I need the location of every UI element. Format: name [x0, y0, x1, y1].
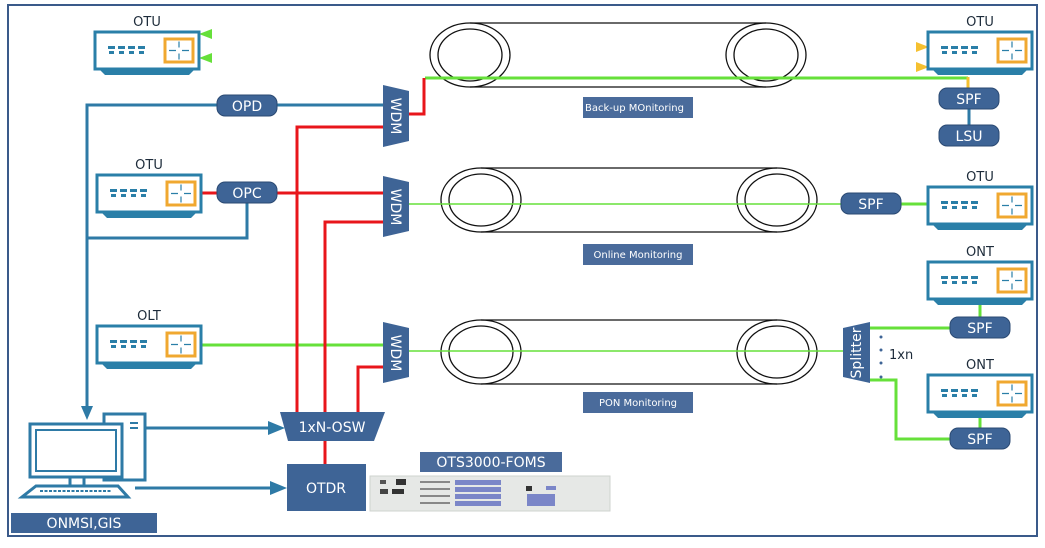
svg-text:Back-up MOnitoring: Back-up MOnitoring — [585, 103, 684, 114]
device-otu-mid-right[interactable]: OTU — [926, 170, 1034, 230]
pon-cable — [440, 319, 818, 385]
svg-text:ONMSI,GIS: ONMSI,GIS — [47, 516, 122, 532]
fiber-monitoring-diagram: OTU OTU OTU OTU OLT ONT ONT OPD OPC SPF LSU SP… — [7, 4, 1038, 537]
backup-monitoring-label: Back-up MOnitoring — [583, 97, 693, 118]
splitter-ratio: 1xn — [889, 348, 913, 363]
splitter-label: Splitter — [849, 327, 865, 378]
osw-label: 1xN-OSW — [299, 420, 366, 436]
opd-module[interactable]: OPD — [216, 94, 278, 117]
device-ont-lower[interactable]: ONT — [926, 358, 1034, 418]
osw-switch[interactable]: 1xN-OSW — [280, 412, 385, 441]
network-switch-icon — [93, 30, 201, 75]
device-label: ONT — [966, 245, 994, 260]
splitter-dots — [879, 335, 883, 379]
network-switch-icon — [926, 373, 1034, 418]
opc-label: OPC — [232, 186, 261, 202]
device-label: OTU — [966, 170, 994, 185]
desktop-computer-icon[interactable] — [17, 412, 147, 499]
splitter[interactable]: Splitter — [843, 322, 870, 383]
wdm-label: WDM — [387, 98, 403, 135]
nms-label: ONMSI,GIS — [11, 513, 157, 533]
device-label: OTU — [133, 15, 161, 30]
otdr-label: OTDR — [306, 481, 346, 497]
network-switch-icon — [95, 324, 203, 369]
rack-equipment-icon — [369, 475, 611, 512]
opc-module[interactable]: OPC — [216, 181, 278, 204]
wdm-top[interactable]: WDM — [383, 85, 409, 147]
device-otu-top-right[interactable]: OTU — [926, 15, 1034, 75]
network-switch-icon — [926, 260, 1034, 305]
lsu-label: LSU — [956, 129, 983, 145]
spf-top-module[interactable]: SPF — [938, 87, 1000, 110]
device-olt[interactable]: OLT — [95, 309, 203, 369]
pon-monitoring-label: PON Monitoring — [583, 392, 693, 413]
online-cable — [440, 167, 818, 233]
spf-ont-lower-module[interactable]: SPF — [949, 427, 1011, 450]
device-otu-top-left[interactable]: OTU — [93, 15, 201, 75]
arrow-left-icon — [199, 53, 212, 63]
lsu-module[interactable]: LSU — [938, 124, 1000, 147]
device-ont-upper[interactable]: ONT — [926, 245, 1034, 305]
wdm-bottom[interactable]: WDM — [383, 322, 409, 383]
arrow-left-icon — [199, 29, 212, 39]
arrow-right-icon — [270, 481, 287, 495]
control-lines — [85, 103, 971, 490]
spf-label: SPF — [858, 197, 883, 213]
spf-mid-module[interactable]: SPF — [840, 192, 902, 215]
arrow-right-icon — [268, 421, 285, 435]
opd-label: OPD — [232, 99, 262, 115]
wdm-label: WDM — [387, 189, 403, 226]
svg-text:OTS3000-FOMS: OTS3000-FOMS — [436, 455, 545, 471]
svg-text:PON Monitoring: PON Monitoring — [599, 398, 677, 409]
device-label: OTU — [966, 15, 994, 30]
arrow-down-icon — [81, 406, 93, 420]
spf-ont-upper-module[interactable]: SPF — [949, 316, 1011, 339]
device-label: ONT — [966, 358, 994, 373]
online-monitoring-label: Online Monitoring — [583, 244, 693, 265]
otdr-module[interactable]: OTDR — [287, 464, 366, 511]
network-switch-icon — [926, 30, 1034, 75]
wdm-label: WDM — [387, 335, 403, 372]
device-label: OTU — [135, 158, 163, 173]
device-otu-mid-left[interactable]: OTU — [95, 158, 203, 218]
spf-label: SPF — [967, 432, 992, 448]
product-label: OTS3000-FOMS — [420, 452, 562, 472]
spf-label: SPF — [967, 321, 992, 337]
network-switch-icon — [95, 173, 203, 218]
spf-label: SPF — [956, 92, 981, 108]
wdm-mid[interactable]: WDM — [383, 176, 409, 237]
device-label: OLT — [137, 309, 161, 324]
network-switch-icon — [926, 185, 1034, 230]
backup-fibers — [199, 29, 970, 89]
svg-text:Online Monitoring: Online Monitoring — [594, 250, 683, 261]
